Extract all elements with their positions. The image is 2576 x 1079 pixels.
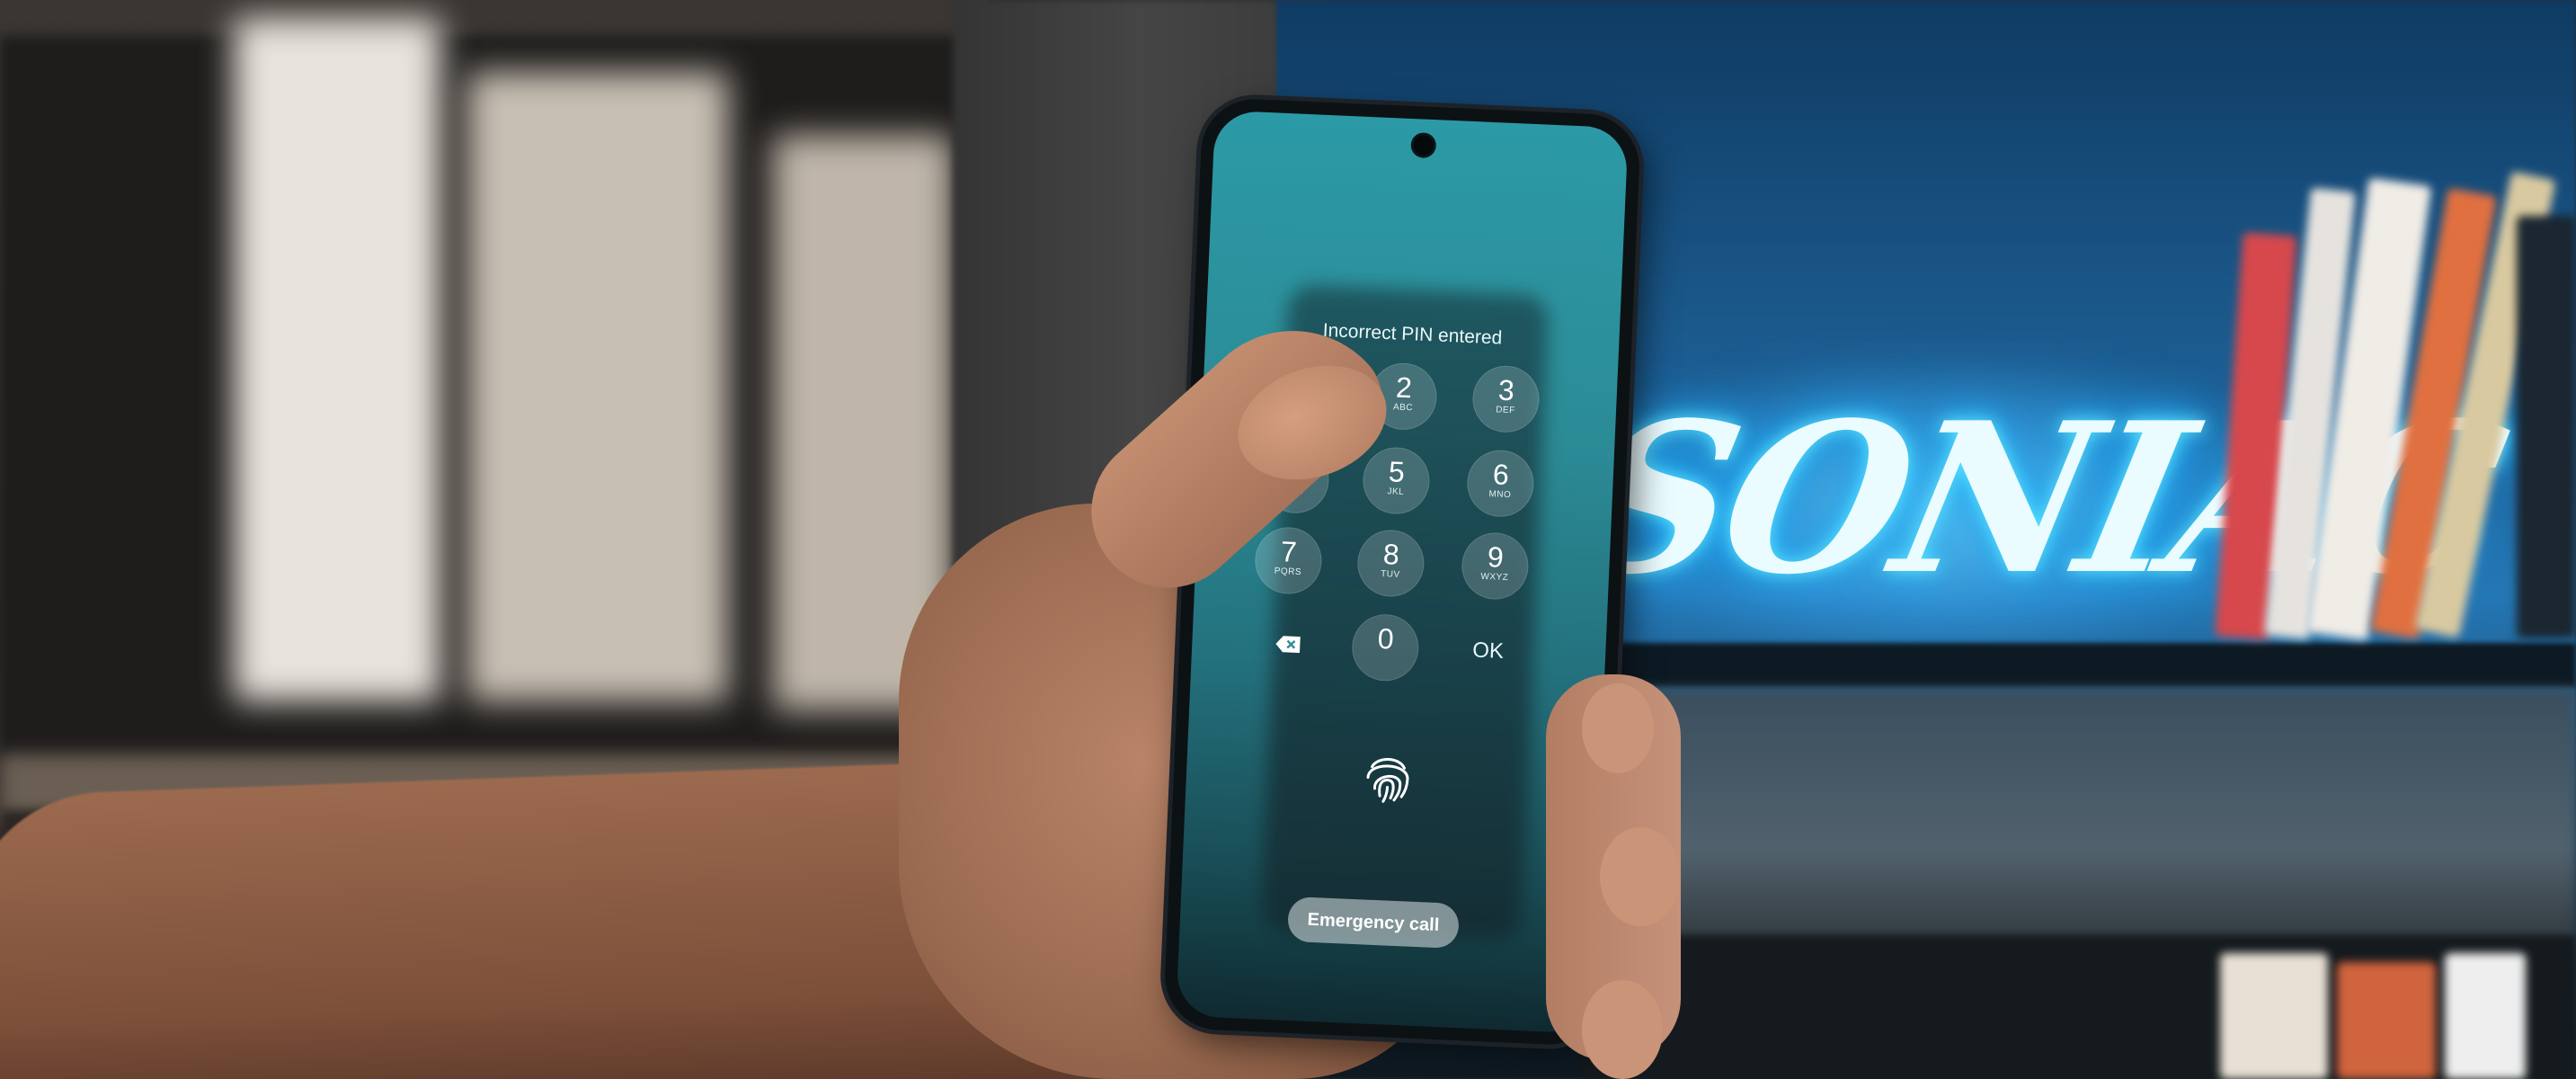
key-digit: 0 xyxy=(1377,621,1395,655)
book xyxy=(2445,953,2526,1079)
front-camera xyxy=(1413,135,1435,156)
neon-sign: SONIAC xyxy=(1559,378,2518,620)
window-pane xyxy=(467,72,728,701)
book xyxy=(2337,962,2436,1079)
key-digit: 8 xyxy=(1382,538,1400,571)
under-shelf-wall xyxy=(1600,688,2576,958)
key-digit: 3 xyxy=(1497,373,1515,407)
key-digit: 9 xyxy=(1487,540,1505,574)
finger-tip xyxy=(1582,683,1654,773)
key-letters: DEF xyxy=(1495,405,1515,416)
emergency-call-button[interactable]: Emergency call xyxy=(1286,896,1460,950)
book xyxy=(2220,953,2328,1079)
key-letters: MNO xyxy=(1488,489,1512,501)
key-digit: 5 xyxy=(1388,455,1406,488)
key-letters: TUV xyxy=(1380,568,1400,580)
key-letters: WXYZ xyxy=(1480,571,1509,584)
window-pane xyxy=(234,18,440,701)
photo-scene: SONIAC Incorrect PIN entered 1 2 ABC 3 D… xyxy=(0,0,2576,1079)
key-digit: 6 xyxy=(1492,458,1510,492)
book xyxy=(2517,216,2576,638)
ok-button[interactable]: OK xyxy=(1472,638,1505,664)
finger-tip xyxy=(1600,827,1681,926)
backspace-icon[interactable] xyxy=(1275,635,1302,654)
key-digit: 7 xyxy=(1280,535,1298,568)
key-letters: JKL xyxy=(1387,486,1405,498)
finger-tip xyxy=(1582,980,1663,1079)
fingerprint-icon[interactable] xyxy=(1358,746,1418,807)
shelf xyxy=(1600,643,2576,688)
key-letters: PQRS xyxy=(1274,566,1302,578)
